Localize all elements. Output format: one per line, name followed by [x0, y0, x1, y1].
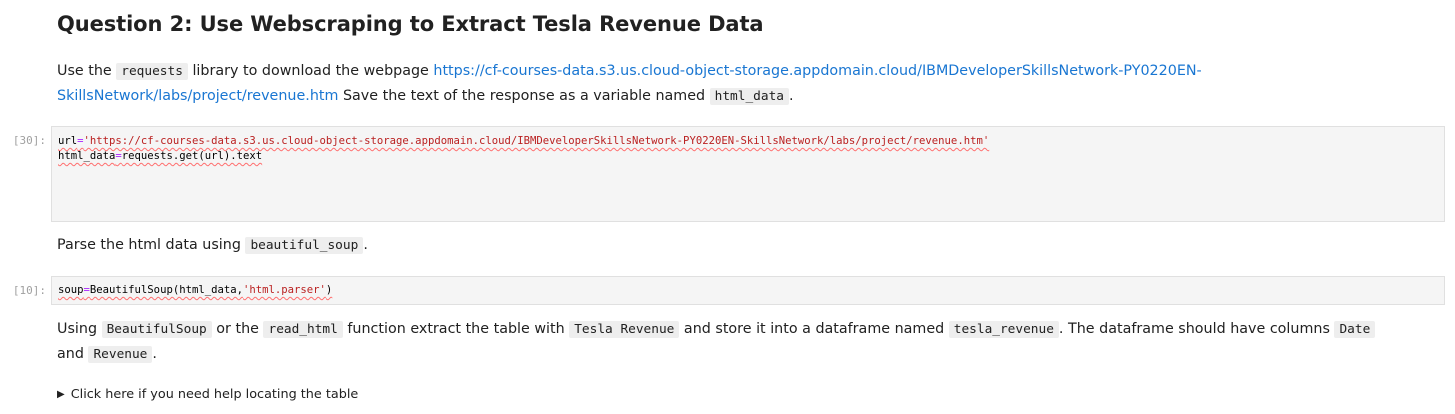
inline-code-tesla-revenue: tesla_revenue [948, 321, 1059, 338]
revenue-page-link-continued[interactable]: SkillsNetwork/labs/project/revenue.htm [57, 88, 338, 104]
inline-code-read-html: read_html [263, 321, 343, 338]
text: or the [211, 321, 264, 337]
code-editor[interactable]: soup=BeautifulSoup(html_data,'html.parse… [52, 277, 1444, 305]
help-details-summary[interactable]: ▶ Click here if you need help locating t… [57, 387, 358, 402]
inline-code-tesla-revenue-table: Tesla Revenue [569, 321, 680, 338]
inline-code-requests: requests [116, 63, 188, 80]
text: . [788, 88, 794, 104]
question-heading: Question 2: Use Webscraping to Extract T… [57, 12, 764, 36]
markdown-cell-instructions-2: Parse the html data using beautiful_soup… [57, 233, 368, 258]
text: Parse the html data using [57, 237, 246, 253]
markdown-cell-instructions-3: Using BeautifulSoup or the read_html fun… [57, 317, 1447, 367]
text: and [57, 346, 89, 362]
text: Save the text of the response as a varia… [338, 88, 710, 104]
revenue-page-link[interactable]: https://cf-courses-data.s3.us.cloud-obje… [433, 63, 1201, 79]
markdown-cell-instructions-1: Use the requests library to download the… [57, 59, 1437, 109]
inline-code-html-data: html_data [709, 88, 789, 105]
text: . [363, 237, 368, 253]
markdown-cell-heading: Question 2: Use Webscraping to Extract T… [57, 12, 764, 36]
text: . [152, 346, 157, 362]
text: and store it into a dataframe named [679, 321, 949, 337]
inline-code-beautifulsoup: BeautifulSoup [101, 321, 212, 338]
code-editor[interactable]: url='https://cf-courses-data.s3.us.cloud… [52, 127, 1444, 171]
code-cell-parse[interactable]: soup=BeautifulSoup(html_data,'html.parse… [51, 276, 1445, 305]
text: library to download the webpage [187, 63, 434, 79]
inline-code-date: Date [1334, 321, 1376, 338]
text: Using [57, 321, 102, 337]
execution-count-prompt: [30]: [12, 134, 46, 147]
details-summary-label: Click here if you need help locating the… [70, 387, 359, 402]
execution-count-prompt: [10]: [12, 284, 46, 297]
inline-code-revenue: Revenue [88, 346, 153, 363]
text: Use the [57, 63, 117, 79]
disclosure-triangle-icon: ▶ [57, 389, 65, 400]
code-cell-download[interactable]: url='https://cf-courses-data.s3.us.cloud… [51, 126, 1445, 222]
inline-code-beautiful-soup: beautiful_soup [245, 237, 364, 254]
text: function extract the table with [342, 321, 570, 337]
text: . The dataframe should have columns [1058, 321, 1335, 337]
